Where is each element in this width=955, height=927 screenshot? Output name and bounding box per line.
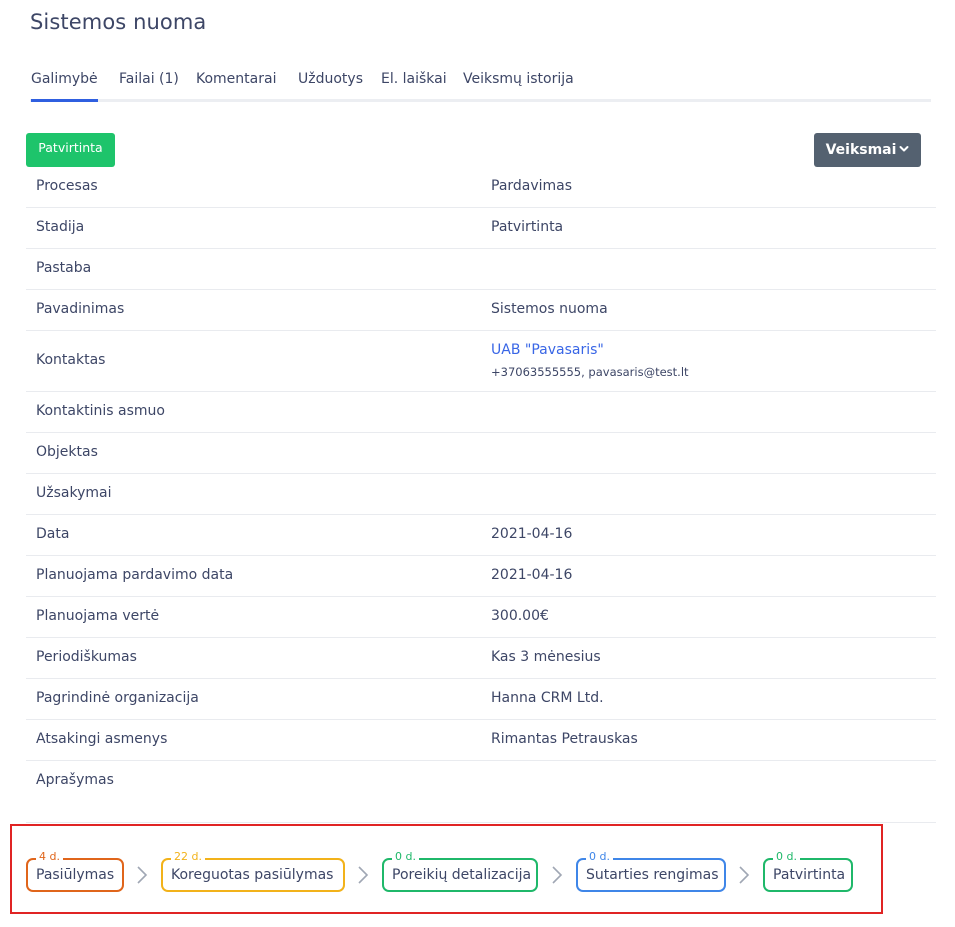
stage-label: Patvirtinta (773, 867, 846, 883)
stage-label: Sutarties rengimas (586, 867, 719, 883)
field-label: Periodiškumas (36, 649, 137, 665)
tab-el-laiskai[interactable]: El. laiškai (381, 69, 447, 102)
field-label: Aprašymas (36, 772, 114, 788)
field-label: Stadija (36, 219, 85, 235)
tab-failai[interactable]: Failai (1) (119, 69, 179, 102)
tab-bar: Galimybė Failai (1) Komentarai Užduotys … (30, 69, 931, 102)
field-value: Pardavimas (491, 178, 573, 194)
field-row-procesas: Procesas Pardavimas (26, 167, 936, 208)
contact-details: +37063555555, pavasaris@test.lt (491, 365, 689, 379)
chevron-right-icon (739, 866, 750, 884)
tab-komentarai[interactable]: Komentarai (196, 69, 276, 102)
stage-label: Koreguotas pasiūlymas (171, 867, 334, 883)
pipeline-stage-patvirtinta[interactable]: 0 d. Patvirtinta (763, 850, 853, 892)
chevron-down-icon (899, 146, 909, 152)
stage-days: 0 d. (586, 850, 613, 864)
pipeline-stage-sutarties-rengimas[interactable]: 0 d. Sutarties rengimas (576, 850, 726, 892)
actions-dropdown-button[interactable]: Veiksmai (814, 133, 921, 167)
field-label: Atsakingi asmenys (36, 731, 168, 747)
field-value: Hanna CRM Ltd. (491, 690, 604, 706)
field-row-uzsakymai: Užsakymai (26, 474, 936, 515)
divider (26, 822, 936, 823)
stage-days: 0 d. (392, 850, 419, 864)
field-label: Data (36, 526, 70, 542)
field-label: Pagrindinė organizacija (36, 690, 199, 706)
pipeline-stage-koreguotas-pasiulymas[interactable]: 22 d. Koreguotas pasiūlymas (161, 850, 345, 892)
field-row-periodiskumas: Periodiškumas Kas 3 mėnesius (26, 638, 936, 679)
field-row-kontaktas: Kontaktas UAB "Pavasaris" +37063555555, … (26, 331, 936, 392)
tab-veiksmu-istorija[interactable]: Veiksmų istorija (463, 69, 574, 102)
field-value: Sistemos nuoma (491, 301, 608, 317)
stage-label: Pasiūlymas (36, 867, 115, 883)
field-label: Planuojama pardavimo data (36, 567, 234, 583)
field-row-aprasymas: Aprašymas (26, 761, 936, 803)
field-value: UAB "Pavasaris" (491, 342, 604, 358)
field-label: Planuojama vertė (36, 608, 160, 624)
field-value: Rimantas Petrauskas (491, 731, 638, 747)
field-label: Pastaba (36, 260, 92, 276)
field-value: Patvirtinta (491, 219, 564, 235)
field-value: 2021-04-16 (491, 567, 573, 583)
stage-days: 4 d. (36, 850, 63, 864)
field-value: 300.00€ (491, 608, 549, 624)
field-row-data: Data 2021-04-16 (26, 515, 936, 556)
field-row-pavadinimas: Pavadinimas Sistemos nuoma (26, 290, 936, 331)
chevron-right-icon (552, 866, 563, 884)
pipeline-stage-pasiulymas[interactable]: 4 d. Pasiūlymas (26, 850, 124, 892)
field-row-kontaktinis-asmuo: Kontaktinis asmuo (26, 392, 936, 433)
field-label: Pavadinimas (36, 301, 125, 317)
contact-link[interactable]: UAB "Pavasaris" (491, 342, 604, 358)
tab-galimybe[interactable]: Galimybė (31, 69, 98, 102)
field-row-pastaba: Pastaba (26, 249, 936, 290)
field-row-stadija: Stadija Patvirtinta (26, 208, 936, 249)
field-row-objektas: Objektas (26, 433, 936, 474)
field-row-pagrindine-organizacija: Pagrindinė organizacija Hanna CRM Ltd. (26, 679, 936, 720)
field-label: Kontaktinis asmuo (36, 403, 165, 419)
stage-days: 22 d. (171, 850, 205, 864)
status-button[interactable]: Patvirtinta (26, 133, 115, 167)
field-row-atsakingi-asmenys: Atsakingi asmenys Rimantas Petrauskas (26, 720, 936, 761)
actions-button-label: Veiksmai (825, 142, 897, 158)
pipeline-stage-poreikiu-detalizacija[interactable]: 0 d. Poreikių detalizacija (382, 850, 538, 892)
field-label: Kontaktas (36, 352, 106, 368)
page-title: Sistemos nuoma (30, 10, 207, 34)
field-label: Objektas (36, 444, 98, 460)
chevron-right-icon (137, 866, 148, 884)
field-value: 2021-04-16 (491, 526, 573, 542)
field-row-planuojama-pardavimo-data: Planuojama pardavimo data 2021-04-16 (26, 556, 936, 597)
field-row-planuojama-verte: Planuojama vertė 300.00€ (26, 597, 936, 638)
stage-days: 0 d. (773, 850, 800, 864)
chevron-right-icon (358, 866, 369, 884)
field-value: Kas 3 mėnesius (491, 649, 601, 665)
stage-label: Poreikių detalizacija (392, 867, 532, 883)
field-label: Procesas (36, 178, 98, 194)
details-table: Procesas Pardavimas Stadija Patvirtinta … (26, 167, 936, 803)
tab-uzduotys[interactable]: Užduotys (298, 69, 363, 102)
field-label: Užsakymai (36, 485, 112, 501)
